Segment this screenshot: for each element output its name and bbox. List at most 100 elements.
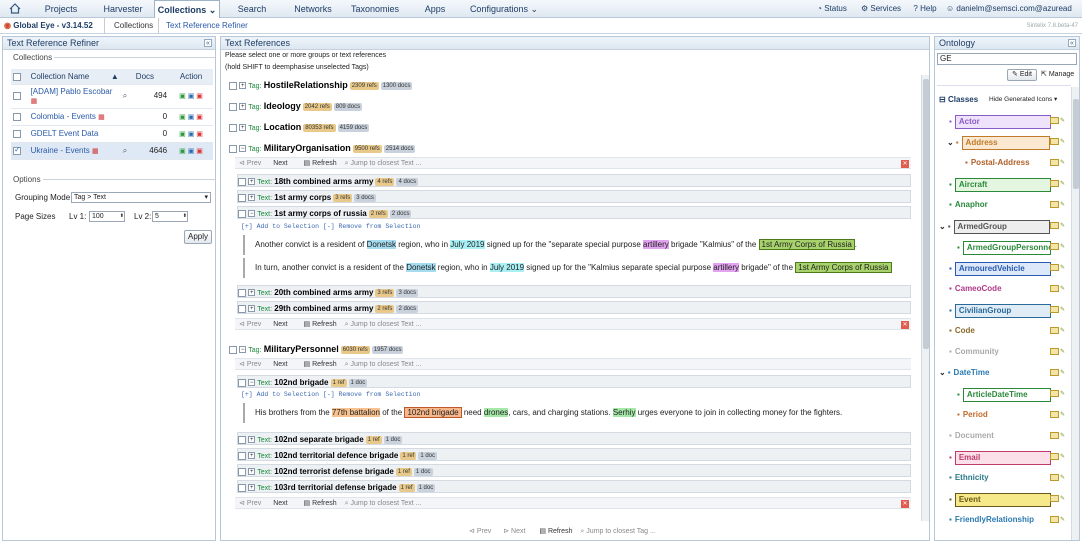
expand-icon[interactable]: ⌄: [947, 138, 954, 147]
tag-checkbox[interactable]: [229, 144, 237, 153]
prev-button[interactable]: ⊲ Prev: [239, 321, 261, 328]
next-button[interactable]: Next: [273, 321, 287, 328]
text-checkbox[interactable]: [238, 451, 246, 460]
edit-class-icon[interactable]: ✎: [1060, 454, 1067, 461]
nav-collections[interactable]: Collections ⌄: [154, 0, 220, 18]
table-row[interactable]: [ADAM] Pablo Escobar ▦ ⌕ 494 ▣ ▣ ▣: [11, 84, 213, 109]
collection-name[interactable]: [ADAM] Pablo Escobar: [31, 87, 113, 96]
class-color-swatch-icon[interactable]: [1050, 243, 1059, 250]
jump-input[interactable]: ⌕ Jump to closest Text ...: [345, 160, 422, 167]
close-icon[interactable]: ✕: [901, 160, 909, 168]
ontology-class-item[interactable]: ▪ Actor: [949, 115, 1051, 129]
text-row[interactable]: + Text: 102nd separate brigade 1 ref 1 doc: [237, 432, 911, 445]
close-icon[interactable]: ✕: [901, 321, 909, 329]
class-color-swatch-icon[interactable]: [1050, 495, 1059, 502]
ontology-class-item[interactable]: ▪ Ethnicity: [949, 472, 989, 484]
vehicle-highlight[interactable]: drones: [483, 408, 509, 417]
edit-class-icon[interactable]: ✎: [1060, 160, 1067, 167]
help-link[interactable]: ? Help: [910, 0, 940, 18]
expand-icon[interactable]: +: [239, 124, 247, 132]
ontology-scrollbar[interactable]: [1071, 87, 1079, 540]
nav-taxonomies[interactable]: Taxonomies: [344, 0, 406, 18]
text-checkbox[interactable]: [238, 177, 246, 186]
text-checkbox[interactable]: [238, 467, 246, 476]
nav-configurations[interactable]: Configurations ⌄: [466, 0, 542, 18]
ontology-class-item[interactable]: ⌄ ▪ Address: [947, 136, 1050, 150]
ontology-class-item[interactable]: ▪ CivilianGroup: [949, 304, 1051, 318]
prev-button[interactable]: ⊲ Prev: [239, 500, 261, 507]
class-color-swatch-icon[interactable]: [1050, 432, 1059, 439]
text-checkbox[interactable]: [238, 378, 246, 387]
expand-icon[interactable]: +: [248, 468, 256, 476]
nav-projects[interactable]: Projects: [32, 0, 90, 18]
next-button[interactable]: Next: [273, 361, 287, 368]
edit-class-icon[interactable]: ✎: [1060, 307, 1067, 314]
text-checkbox[interactable]: [238, 288, 246, 297]
search-icon[interactable]: ⌕: [123, 91, 127, 101]
refresh-button[interactable]: ▤ Refresh: [304, 500, 337, 507]
ontology-class-item[interactable]: ▪ CameoCode: [949, 283, 1002, 295]
scrollbar-thumb[interactable]: [1073, 99, 1079, 189]
class-color-swatch-icon[interactable]: [1050, 348, 1059, 355]
status-link[interactable]: ◔ Status: [814, 0, 850, 18]
text-row[interactable]: + Text: 29th combined arms army 2 refs 2 do…: [237, 301, 911, 314]
delete-icon[interactable]: ▣: [196, 148, 203, 155]
manage-button[interactable]: ⇱ Manage: [1041, 70, 1074, 78]
lv1-input[interactable]: 100 ⬍: [89, 211, 125, 222]
ontology-class-item[interactable]: ⌄ ▪ ArmedGroup: [939, 220, 1050, 234]
edit-class-icon[interactable]: ✎: [1060, 412, 1067, 419]
add-icon[interactable]: ▣: [179, 114, 186, 121]
text-row[interactable]: + Text: 103rd territorial defense brigade…: [237, 480, 911, 493]
delete-icon[interactable]: ▣: [196, 93, 203, 100]
expand-icon[interactable]: +: [248, 484, 256, 492]
person-highlight[interactable]: Serhiy: [612, 408, 636, 417]
tag-row[interactable]: + Tag: HostileRelationship 2309 refs 1300 d…: [229, 79, 413, 92]
armedgroup-highlight[interactable]: 102nd brigade: [404, 407, 462, 418]
edit-class-icon[interactable]: ✎: [1060, 370, 1067, 377]
refresh-icon[interactable]: ▣: [188, 93, 195, 100]
edit-class-icon[interactable]: ✎: [1060, 286, 1067, 293]
organisation-highlight[interactable]: artillery: [643, 240, 669, 249]
edit-class-icon[interactable]: ✎: [1060, 391, 1067, 398]
edit-class-icon[interactable]: ✎: [1060, 517, 1067, 524]
collapse-icon[interactable]: −: [248, 379, 256, 387]
ontology-class-item[interactable]: ▪ Email: [949, 451, 1051, 465]
jump-input[interactable]: ⌕ Jump to closest Text ...: [345, 321, 422, 328]
armedgroup-highlight[interactable]: 1st Army Corps of Russia: [795, 262, 892, 273]
ontology-class-item[interactable]: ▪ Anaphor: [949, 199, 988, 211]
location-highlight[interactable]: Donetsk: [366, 240, 396, 249]
refresh-button[interactable]: ▤ Refresh: [539, 528, 572, 535]
class-color-swatch-icon[interactable]: [1050, 327, 1059, 334]
text-snippet[interactable]: Another convict is a resident of Donetsk…: [243, 235, 907, 255]
edit-class-icon[interactable]: ✎: [1060, 496, 1067, 503]
class-color-swatch-icon[interactable]: [1050, 201, 1059, 208]
text-row[interactable]: − Text: 102nd brigade 1 ref 1 doc: [237, 375, 911, 388]
ontology-class-item[interactable]: ▪ Event: [949, 493, 1051, 507]
table-row[interactable]: Colombia - Events ▦ 0 ▣ ▣ ▣: [11, 108, 213, 126]
collapse-icon[interactable]: −: [239, 145, 247, 153]
next-button[interactable]: Next: [273, 160, 287, 167]
next-button[interactable]: Next: [273, 500, 287, 507]
datetime-highlight[interactable]: July 2019: [489, 263, 525, 272]
nav-apps[interactable]: Apps: [410, 0, 460, 18]
ontology-class-item[interactable]: ⌄ ▪ DateTime: [939, 367, 989, 379]
jump-input[interactable]: ⌕ Jump to closest Text ...: [345, 500, 422, 507]
prev-button[interactable]: ⊲ Prev: [239, 160, 261, 167]
class-color-swatch-icon[interactable]: [1050, 411, 1059, 418]
edit-class-icon[interactable]: ✎: [1060, 265, 1067, 272]
tag-row[interactable]: − Tag: MilitaryPersonnel 6030 refs 1957 doc…: [229, 343, 404, 356]
expand-icon[interactable]: +: [248, 452, 256, 460]
collapse-icon[interactable]: −: [248, 210, 256, 218]
text-checkbox[interactable]: [238, 435, 246, 444]
next-button[interactable]: ⊳ Next: [503, 528, 525, 535]
text-checkbox[interactable]: [238, 209, 246, 218]
ontology-class-item[interactable]: ▪ Aircraft: [949, 178, 1051, 192]
edit-class-icon[interactable]: ✎: [1060, 202, 1067, 209]
class-color-swatch-icon[interactable]: [1050, 453, 1059, 460]
services-link[interactable]: ⚙ Services: [860, 0, 902, 18]
grouping-select[interactable]: Tag > Text ▾: [71, 192, 211, 203]
ontology-search-input[interactable]: GE: [937, 53, 1077, 65]
ontology-class-item[interactable]: ▪ FriendlyRelationship: [949, 514, 1034, 526]
ontology-class-item[interactable]: ▪ Community: [949, 346, 999, 358]
class-color-swatch-icon[interactable]: [1050, 390, 1059, 397]
